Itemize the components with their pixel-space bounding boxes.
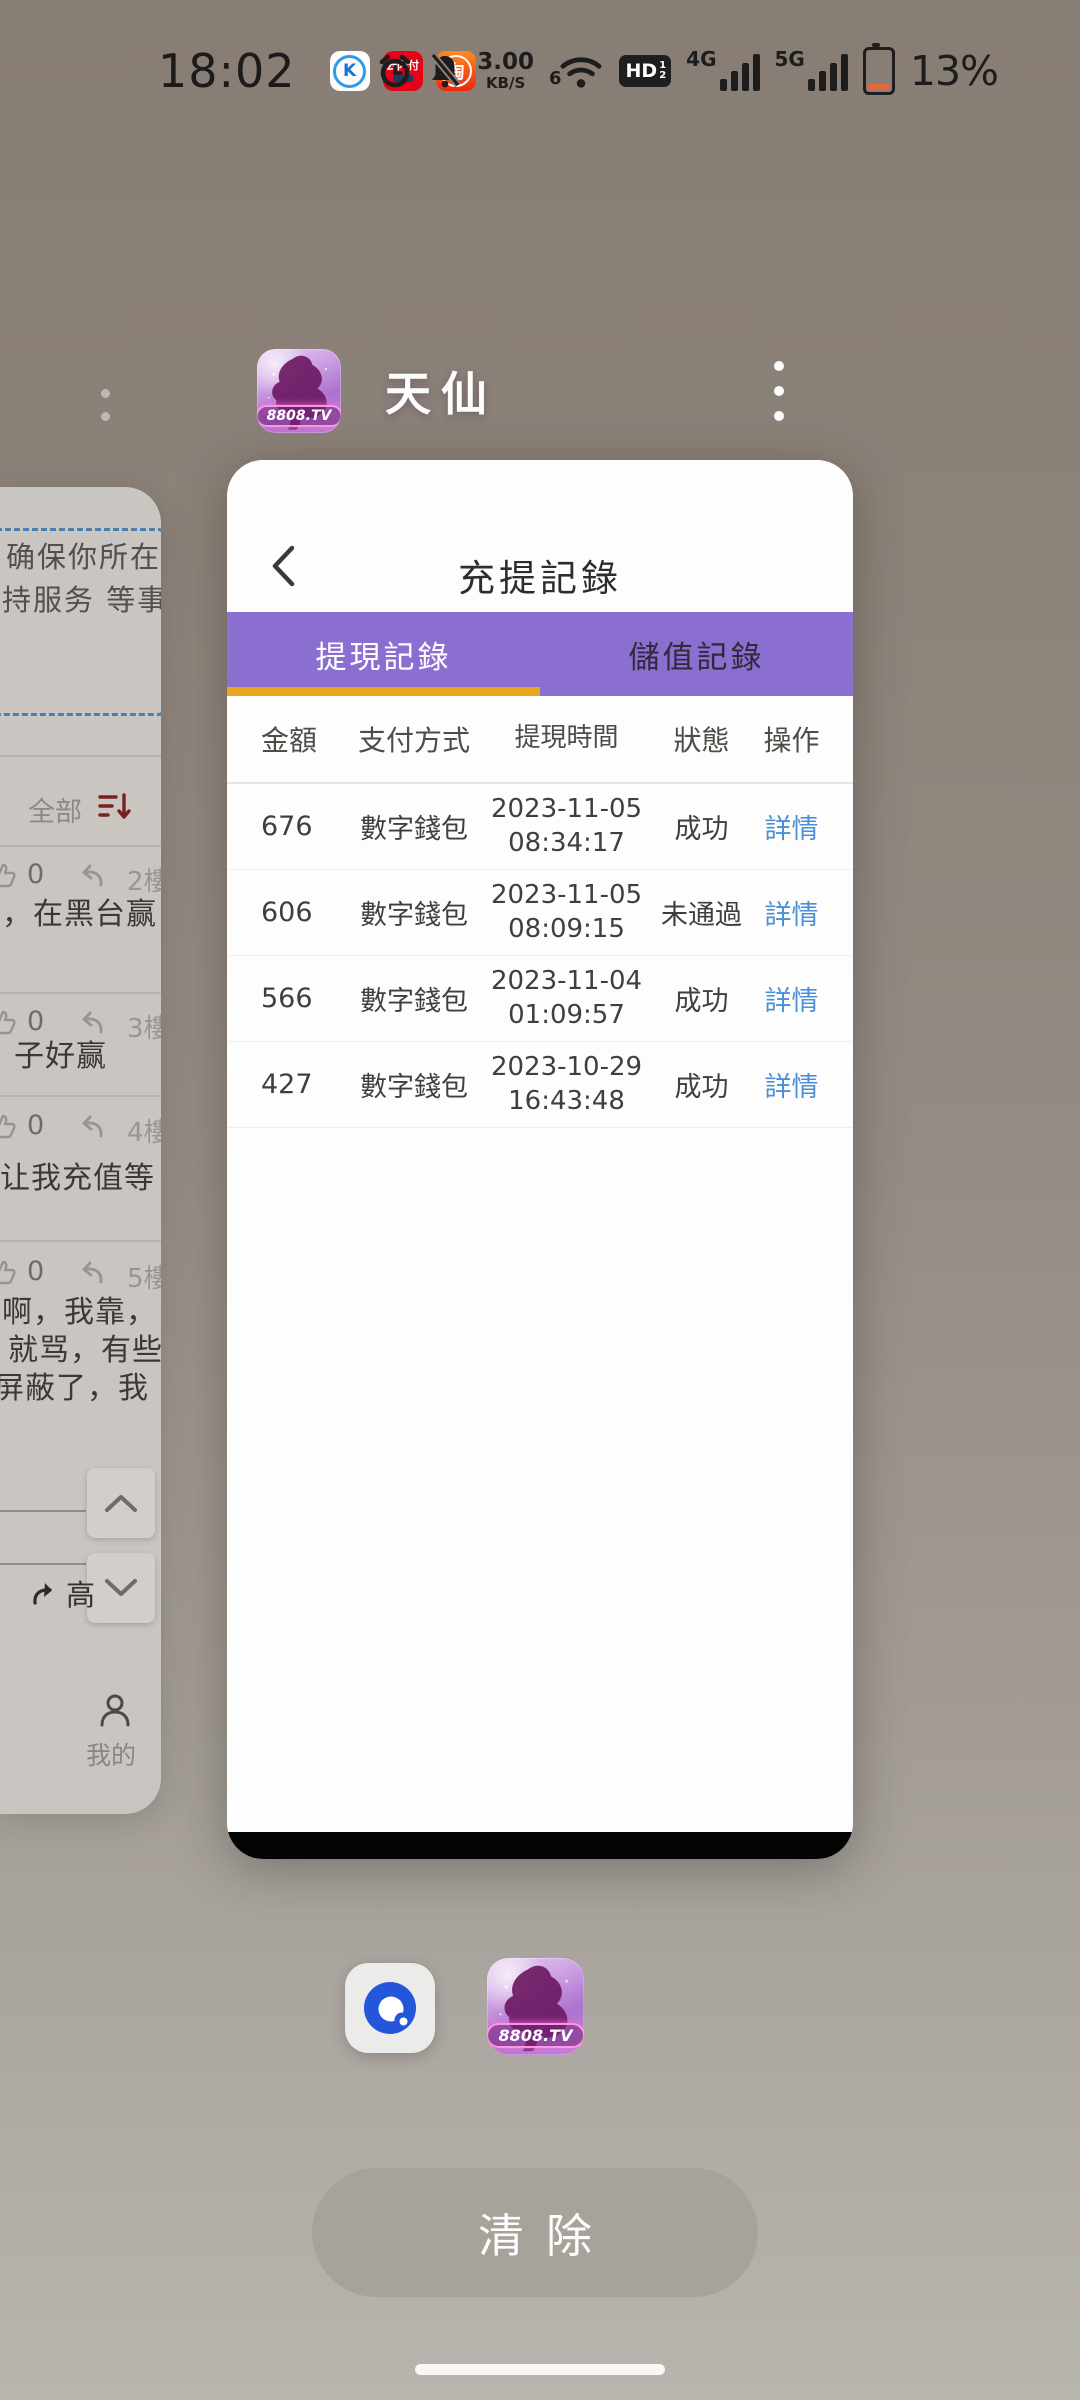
divider	[0, 755, 161, 757]
clear-all-button[interactable]: 清除	[312, 2168, 758, 2297]
recent-card-left[interactable]: 确保你所在的 持服务 等事 全部 0 2樓 ，在黑台赢 0	[0, 487, 161, 1814]
method-cell: 數字錢包	[344, 807, 484, 846]
card-bottom-bar	[227, 1832, 853, 1859]
chevron-up-icon	[104, 1493, 138, 1513]
col-time: 提現時間	[484, 722, 649, 756]
card-menu-button[interactable]	[759, 349, 799, 433]
page-title: 充提記錄	[227, 548, 853, 602]
col-status: 狀態	[649, 719, 754, 759]
col-amount: 金額	[249, 719, 344, 759]
table-row: 427數字錢包2023-10-2916:43:48成功詳情	[227, 1042, 853, 1128]
col-action: 操作	[754, 719, 829, 759]
method-cell: 數字錢包	[344, 979, 484, 1018]
battery-icon	[863, 47, 895, 95]
status-bar-right: 3.00KB/S 6 HD 12 4G 5G 13%	[377, 38, 998, 104]
amount-cell: 676	[249, 811, 344, 842]
filter-all[interactable]: 全部	[28, 790, 82, 829]
app-icon-quark[interactable]	[345, 1963, 435, 2053]
reply-icon[interactable]	[76, 1112, 106, 1140]
chevron-down-icon	[104, 1578, 138, 1598]
alarm-icon	[377, 53, 413, 89]
status-cell: 成功	[649, 979, 754, 1018]
detail-link[interactable]: 詳情	[754, 1065, 829, 1104]
input-box-edge	[0, 1510, 86, 1512]
share-control[interactable]: 高	[30, 1572, 95, 1614]
app-icon-8808tv[interactable]: 8808.TV	[257, 349, 341, 433]
amount-cell: 566	[249, 983, 344, 1014]
comment-text: 让我充值等	[0, 1153, 155, 1197]
tab-bar: 提現記錄 儲值記錄	[227, 612, 853, 696]
recent-card-front[interactable]: 充提記錄 提現記錄 儲值記錄 金額 支付方式 提現時間 狀態 操作 676數字錢…	[227, 460, 853, 1859]
wifi-icon: 6	[549, 52, 604, 90]
time-cell: 2023-10-2916:43:48	[484, 1051, 649, 1119]
input-box-edge	[0, 1563, 86, 1565]
time-cell: 2023-11-0508:09:15	[484, 879, 649, 947]
detail-link[interactable]: 詳情	[754, 893, 829, 932]
sort-icon[interactable]	[98, 792, 132, 822]
signal-4g-icon: 4G	[686, 51, 759, 91]
icon-badge: 8808.TV	[257, 405, 341, 427]
banner-text: 确保你所在的	[6, 534, 161, 576]
left-card-menu-dot	[101, 412, 110, 421]
battery-percent: 13%	[910, 47, 998, 95]
scroll-up-button[interactable]	[87, 1468, 155, 1538]
person-icon	[96, 1692, 134, 1730]
table-row: 566數字錢包2023-11-0401:09:57成功詳情	[227, 956, 853, 1042]
status-cell: 未通過	[649, 893, 754, 932]
like-icon[interactable]	[0, 1258, 17, 1286]
tab-withdraw-records[interactable]: 提現記錄	[227, 612, 540, 696]
status-cell: 成功	[649, 807, 754, 846]
amount-cell: 606	[249, 897, 344, 928]
app-icon-8808tv-dock[interactable]: 8808.TV	[487, 1958, 584, 2055]
time-cell: 2023-11-0401:09:57	[484, 965, 649, 1033]
reply-icon[interactable]	[76, 861, 106, 889]
hd-volte-badge: HD 12	[619, 55, 672, 87]
clock: 18:02	[158, 44, 296, 98]
divider	[0, 845, 161, 847]
table-header: 金額 支付方式 提現時間 狀態 操作	[227, 696, 853, 784]
page-header: 充提記錄	[227, 460, 853, 612]
table-body: 676數字錢包2023-11-0508:34:17成功詳情606數字錢包2023…	[227, 784, 853, 1128]
scroll-down-button[interactable]	[87, 1553, 155, 1623]
bell-muted-icon	[428, 53, 462, 89]
comment-text: 子好赢	[14, 1031, 107, 1075]
comment-text: ，在黑台赢	[2, 889, 157, 933]
recents-screen: 18:02 K 云闪付 淘 3.00KB/S 6	[0, 0, 1080, 2400]
banner-text: 持服务 等事	[2, 577, 161, 619]
status-cell: 成功	[649, 1065, 754, 1104]
amount-cell: 427	[249, 1069, 344, 1100]
nav-item-mine[interactable]: 我的	[86, 1736, 136, 1772]
col-method: 支付方式	[344, 719, 484, 759]
divider	[0, 992, 161, 994]
comment-meta: 0 4樓	[0, 1110, 161, 1146]
active-tab-underline	[227, 687, 540, 696]
divider	[0, 1240, 161, 1242]
detail-link[interactable]: 詳情	[754, 807, 829, 846]
share-arrow-icon	[30, 1579, 60, 1607]
like-icon[interactable]	[0, 1112, 17, 1140]
method-cell: 數字錢包	[344, 1065, 484, 1104]
icon-badge: 8808.TV	[487, 2023, 584, 2048]
home-indicator[interactable]	[415, 2364, 665, 2375]
table-row: 676數字錢包2023-11-0508:34:17成功詳情	[227, 784, 853, 870]
left-card-menu-dot	[101, 389, 110, 398]
table-row: 606數字錢包2023-11-0508:09:15未通過詳情	[227, 870, 853, 956]
keep-app-icon: K	[330, 51, 370, 91]
comment-text: 屏蔽了，我	[0, 1363, 149, 1407]
network-speed: 3.00KB/S	[477, 51, 534, 91]
tab-deposit-records[interactable]: 儲值記錄	[540, 612, 853, 696]
detail-link[interactable]: 詳情	[754, 979, 829, 1018]
time-cell: 2023-11-0508:34:17	[484, 793, 649, 861]
quark-logo	[358, 1976, 422, 2040]
like-icon[interactable]	[0, 861, 17, 889]
front-app-header: 8808.TV 天仙	[227, 347, 853, 435]
method-cell: 數字錢包	[344, 893, 484, 932]
reply-icon[interactable]	[76, 1258, 106, 1286]
front-app-title: 天仙	[385, 358, 497, 424]
signal-5g-icon: 5G	[775, 51, 848, 91]
divider	[0, 1095, 161, 1097]
